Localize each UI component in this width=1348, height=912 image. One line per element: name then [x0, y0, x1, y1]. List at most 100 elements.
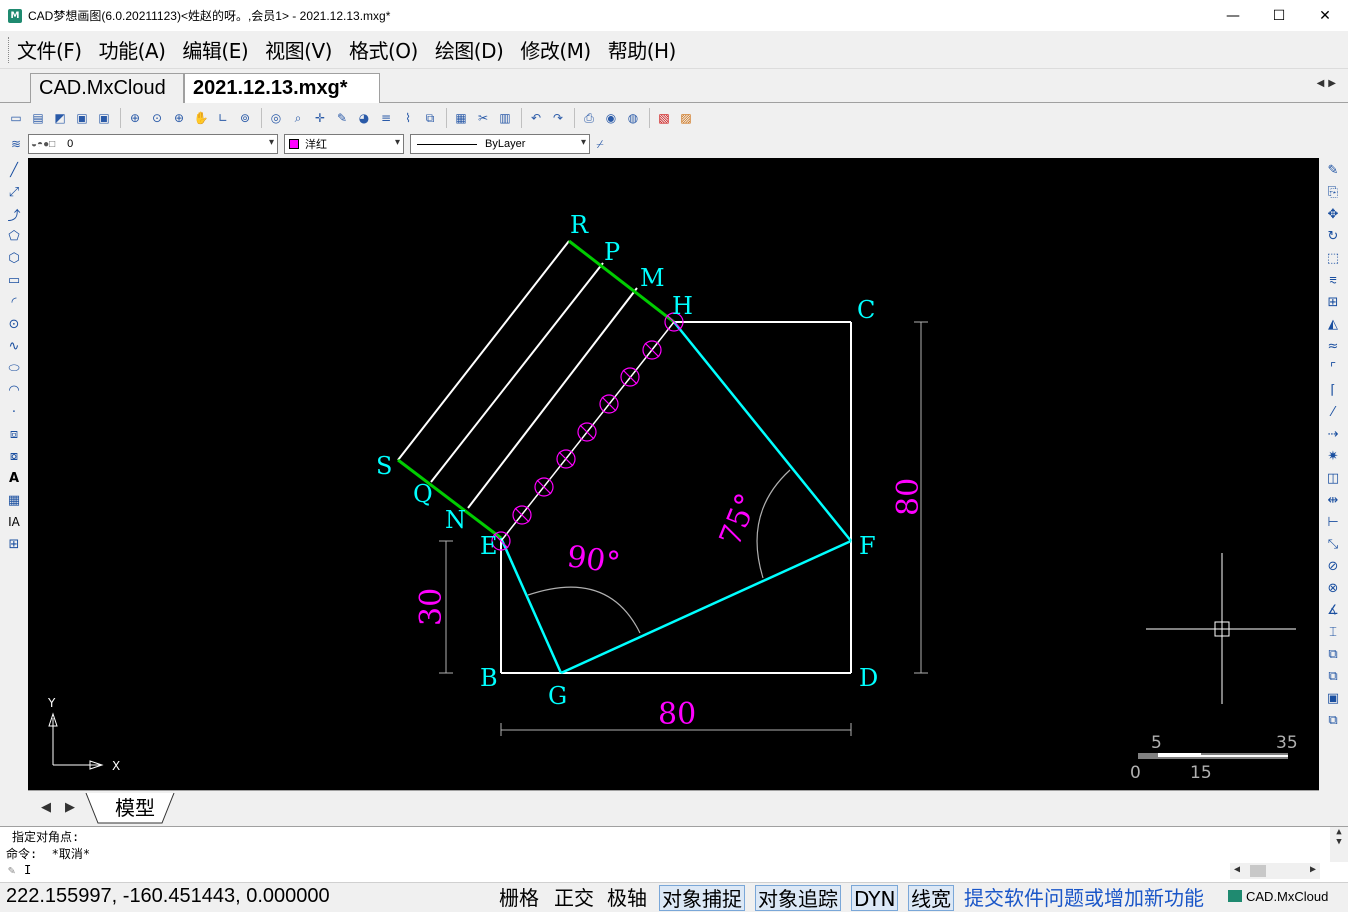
- brush-icon[interactable]: ⌇: [398, 108, 418, 128]
- toggle-ortho[interactable]: 正交: [552, 885, 596, 911]
- table-icon[interactable]: ⊞: [3, 534, 25, 554]
- chamfer-icon[interactable]: ⌈: [1322, 380, 1344, 400]
- menu-draw[interactable]: 绘图(D): [435, 35, 504, 64]
- move-icon[interactable]: ✥: [1322, 204, 1344, 224]
- scroll-right-icon[interactable]: ▶: [1310, 864, 1316, 875]
- move-cross-icon[interactable]: ✛: [310, 108, 330, 128]
- command-hscrollbar[interactable]: ◀ ▶: [1230, 863, 1320, 879]
- print-icon[interactable]: ⎙: [579, 108, 599, 128]
- zoom-in-icon[interactable]: ⊕: [169, 108, 189, 128]
- find-icon[interactable]: ⌕: [288, 108, 308, 128]
- draw-order-above-icon[interactable]: ▣: [1322, 688, 1344, 708]
- join-icon[interactable]: ⇹: [1322, 490, 1344, 510]
- menu-file[interactable]: 文件(F): [17, 35, 82, 64]
- save-as-icon[interactable]: ▣: [94, 108, 114, 128]
- menu-help[interactable]: 帮助(H): [608, 35, 677, 64]
- sheet-prev-icon[interactable]: ◀: [36, 797, 56, 819]
- tab-drawing[interactable]: 2021.12.13.mxg*: [184, 73, 380, 103]
- draw-order-front-icon[interactable]: ⧉: [1322, 644, 1344, 664]
- zoom-previous-icon[interactable]: ◎: [266, 108, 286, 128]
- open-file-icon[interactable]: ▤: [28, 108, 48, 128]
- tab-model[interactable]: 模型: [94, 793, 176, 823]
- menu-function[interactable]: 功能(A): [99, 35, 166, 64]
- layers-stack-icon[interactable]: ≡: [376, 108, 396, 128]
- draw-order-back-icon[interactable]: ⧉: [1322, 666, 1344, 686]
- save-icon[interactable]: ▣: [72, 108, 92, 128]
- color-select[interactable]: 洋红 ▾: [284, 134, 404, 154]
- toggle-grid[interactable]: 栅格: [497, 885, 541, 911]
- scroll-thumb[interactable]: [1250, 865, 1266, 877]
- tab-mxcloud[interactable]: CAD.MxCloud: [30, 73, 184, 103]
- mirror-icon[interactable]: ◭: [1322, 314, 1344, 334]
- new-file-icon[interactable]: ▭: [6, 108, 26, 128]
- zoom-window-icon[interactable]: ⊙: [147, 108, 167, 128]
- brand-label[interactable]: CAD.MxCloud: [1228, 889, 1328, 904]
- trim-icon[interactable]: ⁄: [1322, 402, 1344, 422]
- palette-icon[interactable]: ◕: [354, 108, 374, 128]
- fillet-icon[interactable]: ⌜: [1322, 358, 1344, 378]
- erase-icon[interactable]: ✎: [1322, 160, 1344, 180]
- globe-icon[interactable]: ◍: [623, 108, 643, 128]
- command-input[interactable]: I: [24, 863, 31, 877]
- menu-edit[interactable]: 编辑(E): [182, 35, 248, 64]
- polyline-icon[interactable]: ⤴: [3, 204, 25, 224]
- open-folder-icon[interactable]: ◩: [50, 108, 70, 128]
- export-image-icon[interactable]: ▨: [676, 108, 696, 128]
- redo-icon[interactable]: ↷: [548, 108, 568, 128]
- menu-format[interactable]: 格式(O): [349, 35, 418, 64]
- break-icon[interactable]: ◫: [1322, 468, 1344, 488]
- point-icon[interactable]: ·: [3, 402, 25, 422]
- minimize-button[interactable]: —: [1210, 0, 1256, 31]
- dim-radius-icon[interactable]: ⊘: [1322, 556, 1344, 576]
- tab-scroll-arrows-icon[interactable]: ◀▶: [1317, 78, 1340, 89]
- toggle-osnap[interactable]: 对象捕捉: [659, 885, 745, 911]
- toggle-dyn[interactable]: DYN: [851, 885, 899, 911]
- menu-modify[interactable]: 修改(M): [520, 35, 591, 64]
- match-properties-icon[interactable]: ▦: [451, 108, 471, 128]
- polygon-icon[interactable]: ⬠: [3, 226, 25, 246]
- arc-icon[interactable]: ◜: [3, 292, 25, 312]
- mtext-icon[interactable]: IA: [3, 512, 25, 532]
- hatch-icon[interactable]: ▦: [3, 490, 25, 510]
- stretch-icon[interactable]: ⩳: [1322, 270, 1344, 290]
- text-icon[interactable]: A: [3, 468, 25, 488]
- linetype-select[interactable]: ByLayer ▾: [410, 134, 590, 154]
- insert-block-icon[interactable]: ⧈: [3, 424, 25, 444]
- pan-icon[interactable]: ✋: [191, 108, 211, 128]
- toggle-polar[interactable]: 极轴: [605, 885, 649, 911]
- toggle-lineweight[interactable]: 线宽: [908, 885, 954, 911]
- dim-ordinate-icon[interactable]: ⌶: [1322, 622, 1344, 642]
- scale-icon[interactable]: ⬚: [1322, 248, 1344, 268]
- pdf-icon[interactable]: ▧: [654, 108, 674, 128]
- image-edit-icon[interactable]: ⧉: [420, 108, 440, 128]
- extend-icon[interactable]: ⇢: [1322, 424, 1344, 444]
- array-icon[interactable]: ⊞: [1322, 292, 1344, 312]
- shape-icon[interactable]: ⬡: [3, 248, 25, 268]
- rotate-icon[interactable]: ↻: [1322, 226, 1344, 246]
- dim-linear-icon[interactable]: ⊢: [1322, 512, 1344, 532]
- command-scrollbar[interactable]: ▲ ▼: [1330, 827, 1348, 862]
- feedback-link[interactable]: 提交软件问题或增加新功能: [964, 885, 1204, 911]
- undo-icon[interactable]: ↶: [526, 108, 546, 128]
- scroll-left-icon[interactable]: ◀: [1234, 864, 1240, 875]
- layer-manager-icon[interactable]: ≋: [6, 134, 26, 154]
- copy-object-icon[interactable]: ⎘: [1322, 182, 1344, 202]
- close-button[interactable]: ✕: [1302, 0, 1348, 31]
- ucs-icon[interactable]: ∟: [213, 108, 233, 128]
- zoom-extents-icon[interactable]: ⊚: [235, 108, 255, 128]
- offset-icon[interactable]: ≈: [1322, 336, 1344, 356]
- circle-icon[interactable]: ⊙: [3, 314, 25, 334]
- rectangle-icon[interactable]: ▭: [3, 270, 25, 290]
- spline-icon[interactable]: ∿: [3, 336, 25, 356]
- paste-icon[interactable]: ▥: [495, 108, 515, 128]
- zoom-realtime-icon[interactable]: ⊕: [125, 108, 145, 128]
- drawing-canvas[interactable]: R P M H C S Q N E F B G D 80 80 30 90° 7…: [28, 158, 1319, 790]
- dim-angular-icon[interactable]: ∡: [1322, 600, 1344, 620]
- cut-icon[interactable]: ✂: [473, 108, 493, 128]
- command-window[interactable]: 指定对角点: 命令: *取消* ✎ I ▲ ▼ ◀ ▶: [0, 826, 1348, 882]
- ellipse-icon[interactable]: ⬭: [3, 358, 25, 378]
- lineweight-icon[interactable]: ⌿: [590, 134, 610, 154]
- maximize-button[interactable]: ☐: [1256, 0, 1302, 31]
- construction-line-icon[interactable]: ⤢: [3, 182, 25, 202]
- line-icon[interactable]: ╱: [3, 160, 25, 180]
